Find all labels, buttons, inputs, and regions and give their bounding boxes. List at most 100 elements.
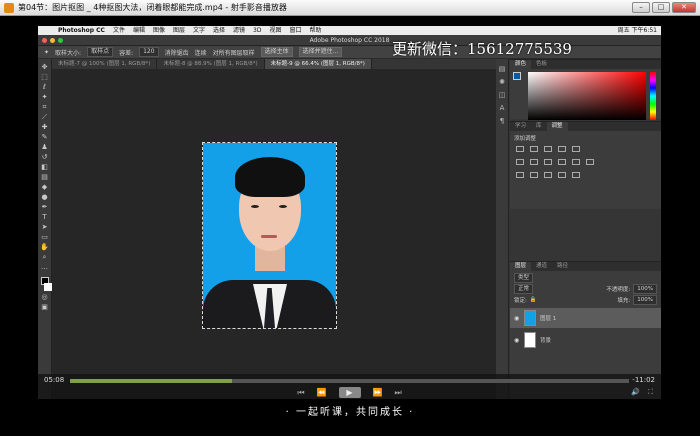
type-tool-icon[interactable]: T	[40, 213, 49, 221]
more-tools-icon[interactable]: …	[40, 263, 49, 271]
fullscreen-icon[interactable]: ⛶	[648, 388, 653, 397]
forward-icon[interactable]: ⏩	[373, 388, 383, 397]
antialias-checkbox[interactable]: 消除锯齿	[165, 48, 189, 57]
hand-tool-icon[interactable]: ✋	[40, 243, 49, 251]
invert-icon[interactable]	[516, 172, 524, 178]
brightness-icon[interactable]	[516, 146, 524, 152]
properties-panel-icon[interactable]: ◫	[499, 91, 506, 99]
tab-channels[interactable]: 通道	[531, 262, 552, 271]
menu-filter[interactable]: 滤镜	[229, 26, 249, 35]
all-layers-checkbox[interactable]: 对所有图层取样	[213, 48, 255, 57]
pen-tool-icon[interactable]: ✒	[40, 203, 49, 211]
history-brush-icon[interactable]: ↺	[40, 153, 49, 161]
marquee-tool-icon[interactable]: ⬚	[40, 73, 49, 81]
menu-select[interactable]: 选择	[209, 26, 229, 35]
eye-icon[interactable]: ◉	[514, 337, 520, 344]
play-button[interactable]: ▶	[338, 387, 361, 398]
volume-icon[interactable]: 🔊	[631, 388, 640, 397]
menu-layer[interactable]: 图层	[169, 26, 189, 35]
stamp-tool-icon[interactable]: ♟	[40, 143, 49, 151]
color-lookup-icon[interactable]	[586, 159, 594, 165]
blend-mode-select[interactable]: 正常	[514, 284, 534, 294]
menu-view[interactable]: 视图	[265, 26, 285, 35]
lock-icon[interactable]: 🔒	[530, 297, 537, 303]
vibrance-icon[interactable]	[572, 146, 580, 152]
eraser-tool-icon[interactable]: ◧	[40, 163, 49, 171]
paragraph-panel-icon[interactable]: ¶	[500, 117, 504, 125]
tab-libraries[interactable]: 库	[531, 122, 547, 131]
close-button[interactable]: ✕	[672, 2, 696, 13]
minimize-button[interactable]: –	[632, 2, 650, 13]
exposure-icon[interactable]	[558, 146, 566, 152]
select-and-mask-button[interactable]: 选择并遮住...	[298, 47, 343, 57]
levels-icon[interactable]	[530, 146, 538, 152]
tab-doc-8[interactable]: 未标题-8 @ 88.9% (图层 1, RGB/8*)	[157, 59, 265, 69]
select-subject-button[interactable]: 选择主体	[260, 47, 293, 57]
tab-doc-9[interactable]: 未标题-9 @ 66.4% (图层 1, RGB/8*)	[264, 59, 372, 69]
quick-mask-icon[interactable]: ◎	[40, 293, 49, 301]
healing-tool-icon[interactable]: ✚	[40, 123, 49, 131]
tab-doc-7[interactable]: 未标题-7 @ 100% (图层 1, RGB/8*)	[52, 59, 158, 69]
hue-slider[interactable]	[650, 72, 656, 120]
color-balance-icon[interactable]	[530, 159, 538, 165]
progress-bar[interactable]	[70, 379, 629, 383]
layer-row[interactable]: ◉ 图层 1	[510, 308, 661, 328]
menu-app[interactable]: Photoshop CC	[54, 26, 109, 35]
menu-edit[interactable]: 编辑	[129, 26, 149, 35]
channel-mixer-icon[interactable]	[572, 159, 580, 165]
menu-help[interactable]: 帮助	[306, 26, 326, 35]
eye-icon[interactable]: ◉	[514, 315, 520, 322]
photo-filter-icon[interactable]	[558, 159, 566, 165]
black-white-icon[interactable]	[544, 159, 552, 165]
zoom-tool-icon[interactable]: ⌕	[40, 253, 49, 261]
history-panel-icon[interactable]: ▤	[499, 65, 506, 73]
path-select-tool-icon[interactable]: ➤	[40, 223, 49, 231]
opacity-input[interactable]: 100%	[633, 284, 657, 294]
selective-color-icon[interactable]	[558, 172, 566, 178]
gradient-tool-icon[interactable]: ▤	[40, 173, 49, 181]
tab-paths[interactable]: 路径	[552, 262, 573, 271]
brush-tool-icon[interactable]: ✎	[40, 133, 49, 141]
character-panel-icon[interactable]: A	[500, 104, 505, 112]
move-tool-icon[interactable]: ✥	[40, 63, 49, 71]
threshold-icon[interactable]	[544, 172, 552, 178]
crop-tool-icon[interactable]: ⌗	[40, 103, 49, 111]
tab-learn[interactable]: 学习	[510, 122, 531, 131]
background-color-swatch[interactable]	[43, 283, 52, 291]
rewind-icon[interactable]: ⏪	[317, 388, 327, 397]
brush-panel-icon[interactable]: ✺	[499, 78, 505, 86]
dodge-tool-icon[interactable]: ●	[40, 193, 49, 201]
eyedropper-tool-icon[interactable]: ⟋	[40, 113, 49, 121]
magic-wand-icon[interactable]: ✦	[40, 93, 49, 101]
menu-3d[interactable]: 3D	[249, 26, 265, 35]
curves-icon[interactable]	[544, 146, 552, 152]
shape-tool-icon[interactable]: ▭	[40, 233, 49, 241]
tab-color[interactable]: 颜色	[510, 60, 532, 69]
posterize-icon[interactable]	[530, 172, 538, 178]
fill-input[interactable]: 100%	[633, 295, 657, 305]
menu-file[interactable]: 文件	[109, 26, 129, 35]
lasso-tool-icon[interactable]: ℓ	[40, 83, 49, 91]
video-frame[interactable]: Photoshop CC 文件 编辑 图像 图层 文字 选择 滤镜 3D 视图 …	[38, 26, 661, 399]
tab-adjustments[interactable]: 调整	[546, 122, 568, 131]
document-canvas[interactable]	[52, 69, 485, 399]
menu-image[interactable]: 图像	[149, 26, 169, 35]
color-picker-field[interactable]	[528, 72, 646, 120]
tolerance-input[interactable]: 120	[139, 47, 159, 57]
blur-tool-icon[interactable]: ◆	[40, 183, 49, 191]
hue-saturation-icon[interactable]	[516, 159, 524, 165]
layer-row[interactable]: ◉ 背景	[510, 330, 661, 350]
gradient-map-icon[interactable]	[572, 172, 580, 178]
tab-swatches[interactable]: 色板	[531, 60, 552, 69]
layer-kind-filter[interactable]: 类型	[514, 273, 534, 283]
previous-icon[interactable]: ⏮	[297, 388, 304, 398]
contiguous-checkbox[interactable]: 连续	[195, 48, 207, 57]
color-swatch-foreground[interactable]	[513, 72, 521, 80]
magic-wand-tool-icon[interactable]: ✦	[44, 49, 49, 56]
screen-mode-icon[interactable]: ▣	[40, 303, 49, 311]
id-photo-document[interactable]	[202, 142, 337, 329]
menu-window[interactable]: 窗口	[286, 26, 306, 35]
sample-size-select[interactable]: 取样点	[87, 47, 114, 57]
tab-layers[interactable]: 图层	[510, 262, 532, 271]
maximize-button[interactable]: □	[652, 2, 670, 13]
